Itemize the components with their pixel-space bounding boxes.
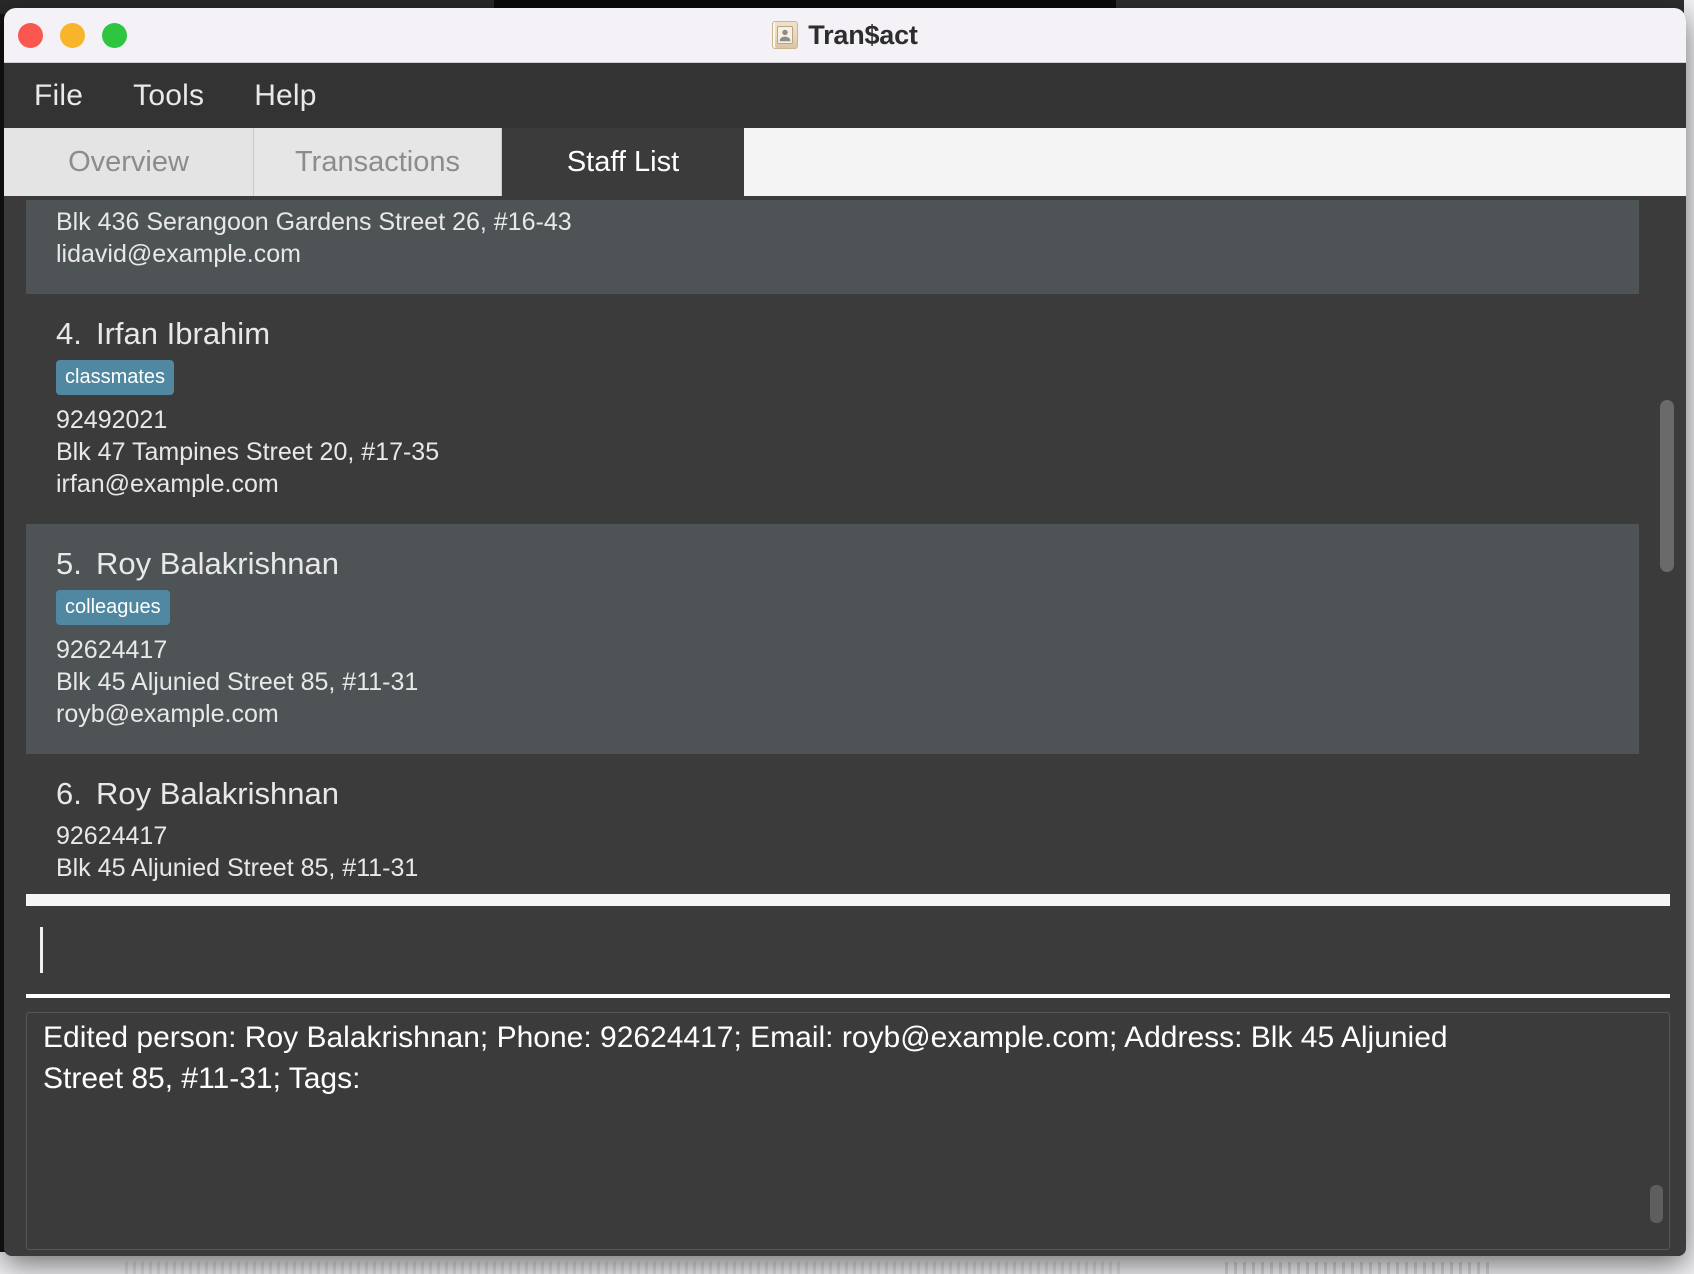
window-titlebar[interactable]: Tran$act bbox=[4, 8, 1686, 63]
tab-content-staff-list: 91031282 Blk 436 Serangoon Gardens Stree… bbox=[4, 196, 1686, 1256]
list-item-address: Blk 45 Aljunied Street 85, #11-31 bbox=[56, 854, 419, 882]
list-item[interactable]: 4. Irfan Ibrahim classmates 92492021 Blk … bbox=[26, 294, 1639, 524]
address-book-icon bbox=[772, 21, 799, 49]
menu-item-help[interactable]: Help bbox=[250, 77, 321, 115]
command-input[interactable] bbox=[26, 906, 1670, 998]
list-item-index: 6. bbox=[56, 776, 82, 811]
result-display-content: Edited person: Roy Balakrishnan; Phone: … bbox=[27, 1013, 1669, 1099]
command-area bbox=[4, 890, 1686, 998]
menu-item-tools[interactable]: Tools bbox=[129, 77, 208, 115]
result-display[interactable]: Edited person: Roy Balakrishnan; Phone: … bbox=[26, 1012, 1670, 1250]
close-button[interactable] bbox=[18, 22, 43, 48]
tab-transactions[interactable]: Transactions bbox=[254, 128, 502, 196]
list-item-phone: 92492021 bbox=[56, 406, 168, 434]
list-item-email: irfan@example.com bbox=[56, 470, 279, 498]
dock-strip-right bbox=[1225, 1262, 1490, 1274]
list-item-email: lidavid@example.com bbox=[56, 240, 301, 268]
staff-list-items: 91031282 Blk 436 Serangoon Gardens Stree… bbox=[26, 200, 1639, 890]
window-controls bbox=[18, 22, 127, 48]
list-item-address: Blk 436 Serangoon Gardens Street 26, #16… bbox=[56, 208, 572, 236]
list-item-selected[interactable]: 5. Roy Balakrishnan colleagues 92624417 B… bbox=[26, 524, 1639, 754]
window-title: Tran$act bbox=[808, 19, 918, 50]
list-item-email: royb@example.com bbox=[56, 700, 279, 728]
desktop-background: Tran$act File Tools Help Overview Transa… bbox=[0, 0, 1694, 1274]
tab-staff-list[interactable]: Staff List bbox=[502, 128, 744, 196]
command-separator bbox=[26, 894, 1670, 906]
staff-list-panel[interactable]: 91031282 Blk 436 Serangoon Gardens Stree… bbox=[26, 200, 1678, 890]
list-item-address: Blk 45 Aljunied Street 85, #11-31 bbox=[56, 668, 419, 696]
list-item[interactable]: 6. Roy Balakrishnan 92624417 Blk 45 Aljun… bbox=[26, 754, 1639, 890]
result-display-wrapper: Edited person: Roy Balakrishnan; Phone: … bbox=[4, 998, 1686, 1256]
list-item-name: 4. Irfan Ibrahim bbox=[56, 316, 1639, 352]
window-title-group: Tran$act bbox=[4, 8, 1686, 62]
list-item-phone: 92624417 bbox=[56, 636, 168, 664]
list-item-tag[interactable]: classmates bbox=[56, 360, 175, 395]
list-item[interactable]: 91031282 Blk 436 Serangoon Gardens Stree… bbox=[26, 200, 1639, 294]
result-line: Edited person: Roy Balakrishnan; Phone: … bbox=[43, 1020, 1448, 1054]
tab-strip: Overview Transactions Staff List bbox=[4, 128, 1686, 196]
list-item-name: 5. Roy Balakrishnan bbox=[56, 546, 1639, 582]
list-item-address: Blk 47 Tampines Street 20, #17-35 bbox=[56, 438, 440, 466]
menu-item-file[interactable]: File bbox=[30, 77, 87, 115]
tab-strip-filler bbox=[744, 128, 1686, 196]
list-item-person-name: Irfan Ibrahim bbox=[96, 316, 271, 351]
staff-list-scrollbar[interactable] bbox=[1656, 200, 1678, 890]
dock-strip-left bbox=[125, 1262, 1125, 1274]
text-caret bbox=[40, 927, 43, 973]
maximize-button[interactable] bbox=[102, 22, 127, 48]
list-item-name: 6. Roy Balakrishnan bbox=[56, 776, 1639, 812]
list-item-person-name: Roy Balakrishnan bbox=[96, 776, 339, 811]
app-window: Tran$act File Tools Help Overview Transa… bbox=[4, 8, 1686, 1256]
list-item-email: royb@example.com bbox=[56, 884, 1639, 890]
staff-list-scrollbar-thumb[interactable] bbox=[1660, 400, 1674, 572]
result-display-scrollbar-thumb[interactable] bbox=[1650, 1185, 1663, 1223]
tab-overview[interactable]: Overview bbox=[4, 128, 254, 196]
list-item-person-name: Roy Balakrishnan bbox=[96, 546, 339, 581]
minimize-button[interactable] bbox=[60, 22, 85, 48]
list-item-index: 4. bbox=[56, 316, 82, 351]
list-item-phone: 92624417 bbox=[56, 822, 168, 850]
menu-bar: File Tools Help bbox=[4, 63, 1686, 128]
list-item-tag[interactable]: colleagues bbox=[56, 590, 170, 625]
result-line: Edited person: Roy Balakrishnan; Phone: … bbox=[43, 1013, 1639, 1018]
list-item-index: 5. bbox=[56, 546, 82, 581]
result-line: Street 85, #11-31; Tags: bbox=[43, 1061, 361, 1095]
